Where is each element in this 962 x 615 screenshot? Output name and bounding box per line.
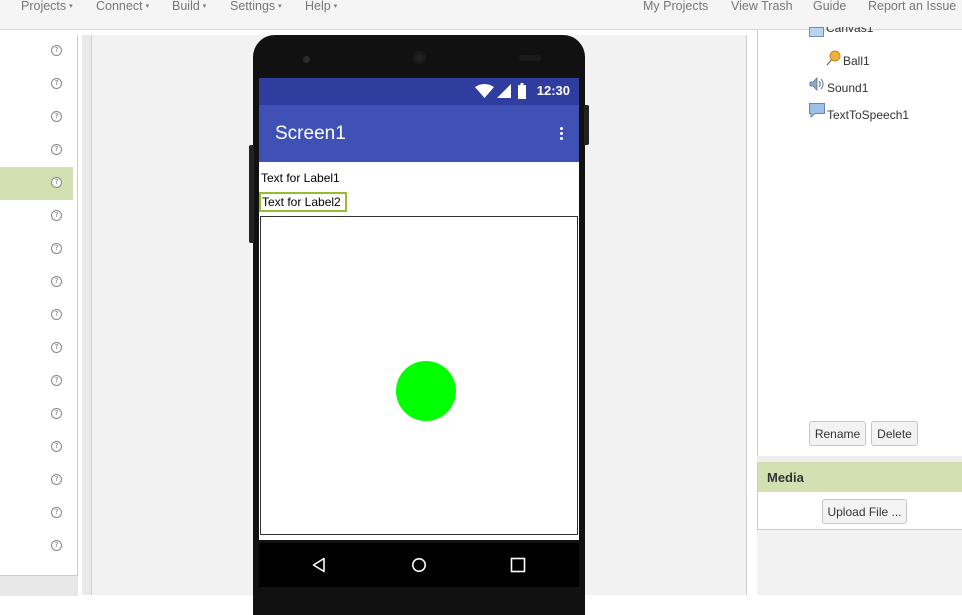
speaker-icon bbox=[413, 51, 426, 64]
camera-icon bbox=[303, 56, 310, 63]
chevron-down-icon: ▾ bbox=[202, 3, 207, 10]
text-to-speech-icon bbox=[809, 103, 825, 118]
menu-help[interactable]: Help ▾ bbox=[305, 0, 337, 13]
signal-icon bbox=[497, 84, 511, 98]
home-icon[interactable] bbox=[411, 557, 427, 573]
components-panel: Canvas1 Ball1 Sound1 TextToSpeech1 Renam… bbox=[757, 27, 962, 456]
view-trash-link[interactable]: View Trash bbox=[731, 0, 793, 13]
help-icon[interactable]: ? bbox=[51, 78, 62, 89]
help-icon[interactable]: ? bbox=[51, 474, 62, 485]
sensor-icon bbox=[519, 55, 541, 61]
palette-item[interactable]: ? bbox=[0, 332, 73, 365]
status-clock: 12:30 bbox=[536, 83, 570, 98]
palette-item[interactable]: ? bbox=[0, 299, 73, 332]
help-icon[interactable]: ? bbox=[51, 408, 62, 419]
help-icon[interactable]: ? bbox=[51, 243, 62, 254]
canvas1[interactable] bbox=[260, 216, 578, 535]
palette-item[interactable]: ? bbox=[0, 101, 73, 134]
chevron-down-icon: ▾ bbox=[278, 3, 282, 10]
tree-item-texttospeech1[interactable]: TextToSpeech1 bbox=[827, 108, 909, 122]
back-icon[interactable] bbox=[311, 557, 327, 573]
palette-item[interactable]: ? bbox=[0, 464, 73, 497]
right-panel-background bbox=[757, 530, 962, 595]
menu-connect[interactable]: Connect ▾ bbox=[96, 0, 149, 13]
palette-item[interactable]: ? bbox=[0, 530, 73, 563]
help-icon[interactable]: ? bbox=[51, 342, 62, 353]
palette-item[interactable]: ? bbox=[0, 398, 73, 431]
palette-item[interactable]: ? bbox=[0, 35, 73, 68]
delete-button[interactable]: Delete bbox=[871, 421, 918, 446]
screen-title: Screen1 bbox=[275, 123, 346, 144]
palette-item[interactable]: ? bbox=[0, 134, 73, 167]
top-menu-bar: Projects ▾ Connect ▾ Build ▾ Settings ▾ Help… bbox=[0, 0, 962, 30]
media-panel-header: Media bbox=[757, 462, 962, 492]
palette-item-selected[interactable]: ? bbox=[0, 167, 73, 200]
palette-item[interactable]: ? bbox=[0, 200, 73, 233]
ball1[interactable] bbox=[396, 361, 456, 421]
tree-item-sound1[interactable]: Sound1 bbox=[827, 81, 868, 95]
chevron-down-icon: ▾ bbox=[333, 3, 338, 10]
help-icon[interactable]: ? bbox=[51, 111, 62, 122]
menu-projects[interactable]: Projects ▾ bbox=[21, 0, 73, 13]
tree-item-canvas1[interactable]: Canvas1 bbox=[826, 27, 873, 37]
ball-icon bbox=[826, 50, 841, 66]
wifi-icon bbox=[475, 84, 494, 98]
help-icon[interactable]: ? bbox=[51, 177, 62, 188]
label2-selected[interactable]: Text for Label2 bbox=[259, 192, 347, 212]
component-palette: ? ? ? ? ? ? ? ? ? ? ? ? ? ? ? ? bbox=[0, 35, 78, 575]
phone-nav-bar bbox=[259, 543, 579, 587]
report-issue-link[interactable]: Report an Issue bbox=[868, 0, 956, 13]
chevron-down-icon: ▾ bbox=[69, 3, 73, 10]
media-panel: Upload File ... bbox=[757, 492, 962, 530]
upload-file-button[interactable]: Upload File ... bbox=[822, 499, 907, 524]
help-icon[interactable]: ? bbox=[51, 210, 62, 221]
phone-volume-button bbox=[249, 145, 254, 243]
status-bar: 12:30 bbox=[259, 78, 579, 105]
help-icon[interactable]: ? bbox=[51, 441, 62, 452]
phone-power-button bbox=[584, 105, 589, 145]
media-title: Media bbox=[767, 470, 804, 485]
tree-item-ball1[interactable]: Ball1 bbox=[843, 54, 870, 68]
palette-item[interactable]: ? bbox=[0, 233, 73, 266]
chevron-down-icon: ▾ bbox=[145, 3, 150, 10]
my-projects-link[interactable]: My Projects bbox=[643, 0, 708, 13]
guide-link[interactable]: Guide bbox=[813, 0, 846, 13]
speaker-icon bbox=[809, 77, 824, 91]
palette-item[interactable]: ? bbox=[0, 266, 73, 299]
palette-item[interactable]: ? bbox=[0, 365, 73, 398]
help-icon[interactable]: ? bbox=[51, 507, 62, 518]
help-icon[interactable]: ? bbox=[51, 144, 62, 155]
help-icon[interactable]: ? bbox=[51, 276, 62, 287]
help-icon[interactable]: ? bbox=[51, 309, 62, 320]
label1[interactable]: Text for Label1 bbox=[261, 171, 340, 185]
palette-item[interactable]: ? bbox=[0, 431, 73, 464]
palette-item[interactable]: ? bbox=[0, 497, 73, 530]
help-icon[interactable]: ? bbox=[51, 540, 62, 551]
palette-footer bbox=[0, 575, 78, 596]
rename-button[interactable]: Rename bbox=[809, 421, 866, 446]
menu-settings[interactable]: Settings ▾ bbox=[230, 0, 282, 13]
overflow-menu-icon[interactable] bbox=[556, 127, 566, 143]
help-icon[interactable]: ? bbox=[51, 45, 62, 56]
menu-build[interactable]: Build ▾ bbox=[172, 0, 206, 13]
app-bar: Screen1 bbox=[259, 105, 579, 162]
palette-item[interactable]: ? bbox=[0, 68, 73, 101]
phone-screen: 12:30 Screen1 Text for Label1 Text for L… bbox=[259, 78, 579, 540]
recents-icon[interactable] bbox=[510, 557, 526, 573]
battery-icon bbox=[518, 83, 526, 99]
canvas-icon bbox=[809, 27, 824, 37]
help-icon[interactable]: ? bbox=[51, 375, 62, 386]
